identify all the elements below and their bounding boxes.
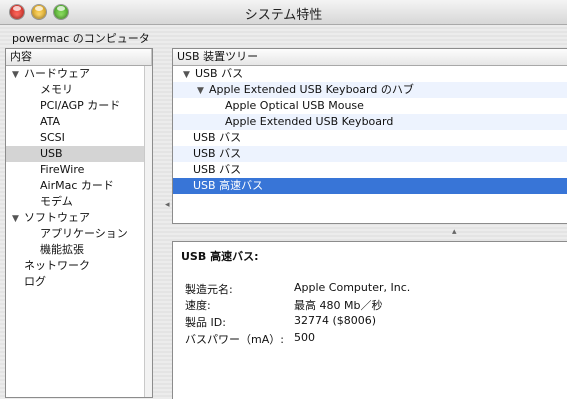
sidebar-item-label: ソフトウェア [24,211,90,224]
usb-tree-row[interactable]: USB 高速バス [173,178,567,194]
sidebar-item[interactable]: SCSI [6,130,152,146]
usb-tree-column-header[interactable]: USB 装置ツリー [173,49,567,66]
contents-tree: ▼ ハードウェア メモリ PCI/AGP カード ATA SCSI USB FireWire A… [6,66,152,290]
usb-tree-row[interactable]: ▼ USB バス [173,66,567,82]
usb-tree-row[interactable]: Apple Optical USB Mouse [173,98,567,114]
sidebar-item[interactable]: ログ [6,274,152,290]
sidebar-item-label: モデム [40,195,73,208]
sidebar-item[interactable]: PCI/AGP カード [6,98,152,114]
detail-field-label: 速度: [185,299,211,312]
usb-tree-row-label: USB バス [195,67,244,80]
sidebar-item-label: ログ [24,275,46,288]
sidebar-item[interactable]: ネットワーク [6,258,152,274]
sidebar-item-label: ATA [40,115,61,128]
sidebar-item-label: PCI/AGP カード [40,99,121,112]
device-detail-pane: USB 高速バス: 製造元名: Apple Computer, Inc. 速度: 最高… [172,241,567,399]
disclosure-triangle-icon[interactable]: ▼ [12,67,24,83]
title-bar[interactable]: システム特性 [0,0,567,25]
usb-device-tree: ▼ USB バス ▼ Apple Extended USB Keyboard のハブ A… [173,66,567,194]
detail-field-label: 製造元名: [185,283,233,296]
sidebar-item[interactable]: モデム [6,194,152,210]
usb-tree-row[interactable]: ▼ Apple Extended USB Keyboard のハブ [173,82,567,98]
usb-tree-row[interactable]: USB バス [173,162,567,178]
sidebar-item-label: メモリ [40,83,73,96]
disclosure-triangle-icon[interactable]: ▼ [12,211,24,227]
sidebar-item-label: ネットワーク [24,259,90,272]
sidebar-item[interactable]: ▼ ソフトウェア [6,210,152,226]
pane-splitter[interactable]: ▴ [172,227,567,241]
sidebar-item-label: 機能拡張 [40,243,84,256]
splitter-arrow-icon: ▴ [452,227,457,237]
detail-field-label: バスパワー（mA）: [185,333,284,346]
window-title: システム特性 [244,8,323,23]
sidebar-scrollbar[interactable] [144,66,152,397]
disclosure-triangle-icon[interactable]: ▼ [183,67,195,83]
contents-sidebar: 内容 ▼ ハードウェア メモリ PCI/AGP カード ATA SCSI USB FireWi… [5,48,153,398]
sidebar-item[interactable]: AirMac カード [6,178,152,194]
sidebar-item[interactable]: 機能拡張 [6,242,152,258]
usb-tree-row-label: USB バス [193,147,242,160]
sidebar-item[interactable]: ▼ ハードウェア [6,66,152,82]
sidebar-item[interactable]: アプリケーション [6,226,152,242]
sidebar-item-label: AirMac カード [40,179,114,192]
usb-device-tree-pane: USB 装置ツリー ▼ USB バス ▼ Apple Extended USB Key… [172,48,567,224]
sidebar-item-label: FireWire [40,163,85,176]
sidebar-item-label: ハードウェア [24,67,90,80]
usb-tree-row-label: USB 高速バス [193,179,264,192]
detail-field-value: 32774 ($8006) [294,314,377,327]
usb-tree-row-label: USB バス [193,163,242,176]
usb-tree-row[interactable]: USB バス [173,130,567,146]
sidebar-item-label: アプリケーション [40,227,128,240]
system-profiler-window: システム特性 powermac のコンピュータ 内容 ▼ ハードウェア メモリ PCI… [0,0,567,399]
detail-field-value: Apple Computer, Inc. [294,281,411,294]
computer-name-label: powermac のコンピュータ [12,32,150,45]
detail-field-value: 最高 480 Mb／秒 [294,299,383,312]
disclosure-triangle-icon[interactable]: ▼ [197,83,209,99]
sidebar-item[interactable]: ATA [6,114,152,130]
sidebar-item[interactable]: メモリ [6,82,152,98]
contents-column-header[interactable]: 内容 [6,49,152,66]
sidebar-item[interactable]: FireWire [6,162,152,178]
usb-tree-row-label: Apple Extended USB Keyboard [225,115,394,128]
usb-tree-row-label: Apple Optical USB Mouse [225,99,364,112]
sidebar-item-label: SCSI [40,131,65,144]
detail-field-value: 500 [294,331,315,344]
detail-title: USB 高速バス: [181,250,259,263]
usb-tree-row-label: USB バス [193,131,242,144]
usb-tree-row-label: Apple Extended USB Keyboard のハブ [209,83,414,96]
detail-field-label: 製品 ID: [185,316,226,329]
usb-tree-row[interactable]: USB バス [173,146,567,162]
usb-tree-row[interactable]: Apple Extended USB Keyboard [173,114,567,130]
sidebar-splitter-handle[interactable]: ◂ [165,200,170,210]
sidebar-item-label: USB [40,147,63,160]
sidebar-item[interactable]: USB [6,146,152,162]
